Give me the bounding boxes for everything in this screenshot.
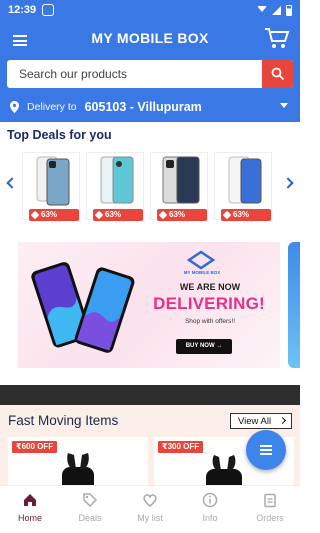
- nav-label: My list: [137, 513, 163, 523]
- notification-icon: [42, 4, 55, 16]
- phone-image: [36, 156, 70, 206]
- battery-icon: [286, 4, 292, 16]
- phone-image: [100, 156, 134, 204]
- delivery-location: 605103 - Villupuram: [84, 100, 202, 114]
- app-title: MY MOBILE BOX: [91, 30, 209, 46]
- discount-badge: 63% OFF: [29, 209, 79, 231]
- delivery-location-selector[interactable]: Delivery to 605103 - Villupuram: [0, 96, 300, 118]
- deal-card[interactable]: 63% OFF: [22, 152, 80, 231]
- earbuds-image: [206, 455, 242, 485]
- discount-badge: 63% OFF: [157, 209, 207, 231]
- product-card[interactable]: ₹600 OFF: [8, 437, 148, 485]
- cart-icon[interactable]: [264, 26, 290, 50]
- search-button[interactable]: [262, 60, 293, 88]
- floating-menu-button[interactable]: [246, 430, 286, 470]
- view-all-button[interactable]: View All: [230, 413, 292, 429]
- buy-now-button[interactable]: BUY NOW →: [176, 339, 232, 354]
- chevron-down-icon: [280, 103, 288, 108]
- home-icon: [24, 494, 36, 506]
- banner-headline: WE ARE NOW: [179, 282, 241, 292]
- wifi-icon: [257, 6, 267, 14]
- earbuds-image: [62, 453, 94, 485]
- top-deals-title: Top Deals for you: [7, 128, 112, 142]
- promo-banner[interactable]: MY MOBILE BOX WE ARE NOW DELIVERING! Sho…: [18, 242, 280, 368]
- deal-card[interactable]: 63% OFF: [214, 152, 272, 231]
- next-banner-peek[interactable]: [288, 242, 300, 368]
- nav-deals[interactable]: Deals: [60, 486, 120, 533]
- nav-info[interactable]: Info: [180, 486, 240, 533]
- search-icon: [271, 67, 284, 81]
- status-bar: 12:39: [0, 0, 300, 20]
- banner-subtext: Shop with offers!!: [184, 318, 236, 325]
- phone-image: [228, 156, 262, 204]
- nav-my-list[interactable]: My list: [120, 486, 180, 533]
- fast-moving-title: Fast Moving Items: [8, 413, 119, 428]
- nav-label: Deals: [78, 513, 102, 523]
- deal-card[interactable]: 63% OFF: [86, 152, 144, 231]
- nav-home[interactable]: Home: [0, 486, 60, 533]
- search-input[interactable]: [7, 60, 262, 88]
- phone-image: [162, 156, 200, 204]
- nav-label: Home: [17, 513, 42, 523]
- signal-icon: [272, 5, 281, 15]
- status-time: 12:39: [8, 4, 37, 16]
- section-divider: [0, 385, 300, 405]
- discount-badge: 63% OFF: [93, 209, 143, 231]
- chevron-right-icon: [278, 416, 287, 425]
- top-deals-carousel: 63% OFF 63% OFF 63% OFF 63% OFF: [0, 148, 300, 231]
- view-all-label: View All: [238, 415, 272, 427]
- deal-card[interactable]: 63% OFF: [150, 152, 208, 231]
- banner-highlight: DELIVERING!: [153, 294, 265, 313]
- carousel-prev-icon[interactable]: [6, 177, 18, 189]
- search-bar: [7, 60, 293, 88]
- location-pin-icon: [10, 101, 19, 113]
- info-icon: [202, 492, 218, 508]
- nav-orders[interactable]: Orders: [240, 486, 300, 533]
- heart-icon: [143, 494, 157, 507]
- nav-label: Orders: [256, 513, 284, 523]
- discount-badge: 63% OFF: [221, 209, 271, 231]
- banner-phones-image: [31, 262, 135, 353]
- app-header: MY MOBILE BOX Delivery to 605103 - Villu…: [0, 20, 300, 122]
- brand-logo-icon: [186, 250, 216, 270]
- banner-brand-text: MY MOBILE BOX: [183, 270, 221, 275]
- delivery-label: Delivery to: [27, 101, 77, 113]
- nav-label: Info: [202, 513, 218, 523]
- bottom-navigation: Home Deals My list Info Orders: [0, 485, 300, 533]
- clipboard-icon: [264, 493, 276, 508]
- tag-icon: [83, 493, 98, 508]
- carousel-next-icon[interactable]: [282, 177, 294, 189]
